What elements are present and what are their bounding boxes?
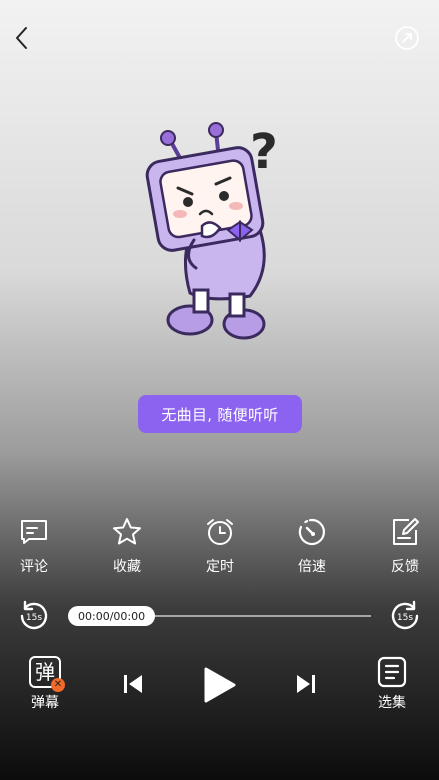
episode-list-icon	[377, 656, 407, 688]
episodes-label: 选集	[378, 695, 406, 711]
progress-thumb[interactable]: 00:00/00:00	[68, 606, 156, 626]
speedometer-icon	[298, 518, 325, 546]
action-bar: 评论 收藏 定时 倍速 反馈	[0, 516, 439, 576]
chevron-left-icon	[16, 27, 27, 49]
danmaku-button[interactable]: 弹 ✕ 弹幕	[29, 656, 65, 712]
rewind-15s-label: 15s	[26, 613, 42, 623]
empty-message: 无曲目, 随便听听	[161, 405, 279, 424]
feedback-button[interactable]: 反馈	[375, 516, 435, 576]
progress-bar: 15s 00:00/00:00 15s	[0, 596, 439, 636]
play-icon[interactable]	[200, 666, 238, 704]
share-button[interactable]	[393, 24, 421, 52]
share-icon	[395, 26, 419, 50]
edit-icon	[393, 518, 419, 545]
rewind-15s-button[interactable]: 15s	[17, 599, 51, 633]
danmaku-off-badge: ✕	[51, 678, 65, 692]
speed-label: 倍速	[298, 559, 326, 575]
alarm-clock-icon	[207, 519, 233, 545]
forward-15s-label: 15s	[397, 613, 413, 623]
timer-button[interactable]: 定时	[190, 516, 250, 576]
favorite-button[interactable]: 收藏	[97, 516, 157, 576]
episodes-button[interactable]: 选集	[376, 656, 408, 712]
speed-button[interactable]: 倍速	[282, 516, 342, 576]
comment-icon	[21, 520, 47, 544]
forward-15s-button[interactable]: 15s	[388, 599, 422, 633]
time-readout: 00:00/00:00	[78, 609, 146, 623]
playback-controls: 弹 ✕ 弹幕 选集	[0, 656, 439, 716]
danmaku-icon: 弹 ✕	[29, 656, 65, 692]
previous-track-icon[interactable]	[121, 672, 145, 696]
next-track-icon[interactable]	[294, 672, 318, 696]
feedback-label: 反馈	[391, 559, 419, 575]
mascot-illustration: ?	[145, 122, 278, 340]
comment-label: 评论	[20, 559, 48, 575]
timer-label: 定时	[206, 559, 234, 575]
star-icon	[113, 518, 141, 545]
comment-button[interactable]: 评论	[4, 516, 64, 576]
danmaku-label: 弹幕	[31, 695, 59, 711]
random-play-button[interactable]: 无曲目, 随便听听	[138, 395, 302, 433]
back-button[interactable]	[8, 24, 36, 52]
favorite-label: 收藏	[113, 559, 141, 575]
